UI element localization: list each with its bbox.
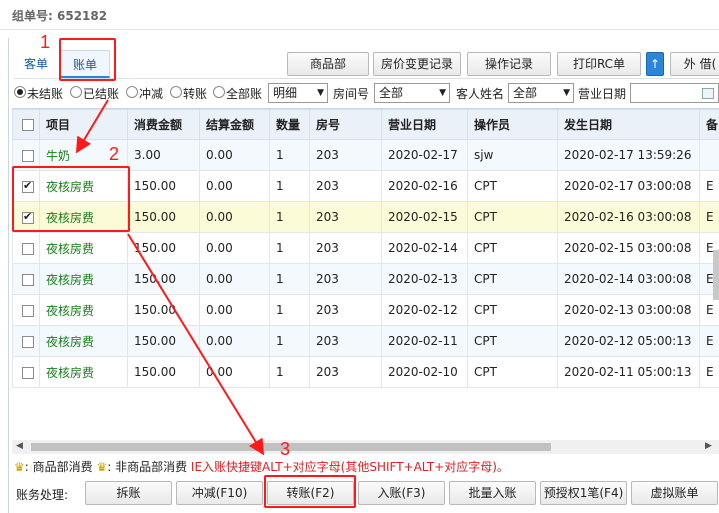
arrow-1-to-2 — [75, 99, 109, 154]
arrow-2-to-3 — [127, 233, 265, 456]
annotation-arrows — [75, 99, 265, 456]
